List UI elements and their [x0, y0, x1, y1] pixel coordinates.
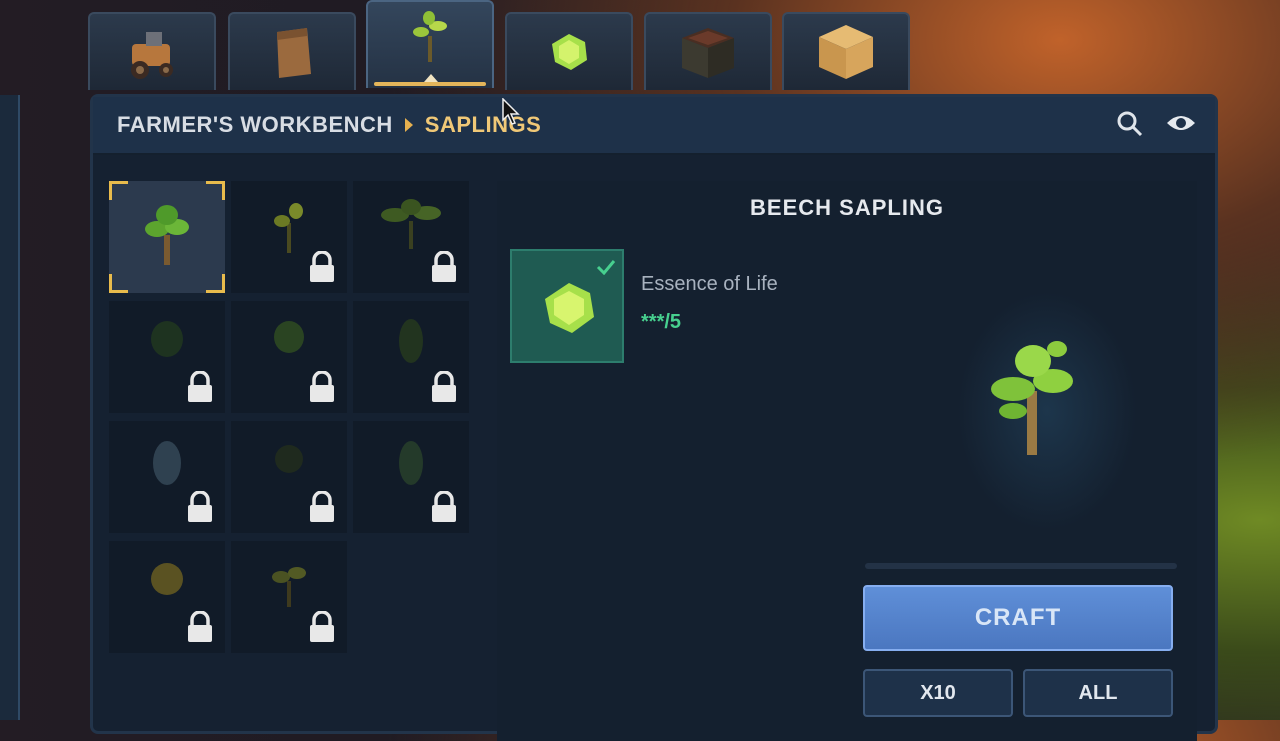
tab-essence[interactable] [505, 12, 633, 90]
recipe-slot-locked[interactable] [353, 181, 469, 293]
lock-icon [310, 371, 334, 402]
tab-seeds[interactable] [228, 12, 356, 90]
recipe-slot-locked[interactable] [231, 301, 347, 413]
selection-bracket [109, 181, 128, 200]
window-header: FARMER'S WORKBENCH SAPLINGS [93, 97, 1215, 155]
essence-of-life-icon [545, 283, 594, 333]
essence-icon [552, 34, 587, 70]
workbench-window: FARMER'S WORKBENCH SAPLINGS BEECH SAPLIN… [90, 94, 1218, 741]
eye-icon[interactable] [1165, 111, 1197, 135]
recipe-slot-beech-sapling[interactable] [109, 181, 225, 293]
recipe-slot-locked[interactable] [353, 421, 469, 533]
lock-icon [432, 491, 456, 522]
hay-bale-icon [819, 25, 873, 79]
search-icon[interactable] [1117, 111, 1143, 137]
active-tab-caret [424, 74, 438, 82]
craft-progress-bar [865, 563, 1177, 569]
sapling-silhouette-icon [274, 203, 303, 253]
sapling-icon [413, 11, 447, 62]
mouse-cursor-icon [502, 98, 520, 125]
check-icon [596, 260, 616, 275]
planter-box-icon [682, 28, 734, 78]
recipe-slot-locked[interactable] [231, 421, 347, 533]
recipe-slot-locked[interactable] [231, 541, 347, 653]
beech-sapling-preview-icon [991, 341, 1073, 455]
sapling-silhouette-icon [151, 563, 183, 595]
recipe-slot-locked[interactable] [109, 421, 225, 533]
recipe-details-panel: BEECH SAPLING Essence of Life ***/5 CRAF… [497, 181, 1197, 741]
sapling-silhouette-icon [399, 441, 423, 485]
tab-planters[interactable] [644, 12, 772, 90]
tractor-icon [131, 32, 173, 79]
sapling-silhouette-icon [153, 441, 181, 485]
recipe-slot-locked[interactable] [353, 301, 469, 413]
background-panel-edge [0, 95, 20, 720]
ingredient-count: ***/5 [641, 311, 682, 333]
sapling-silhouette-icon [151, 321, 183, 357]
ingredient-name: Essence of Life [641, 273, 778, 295]
lock-icon [188, 371, 212, 402]
recipe-slot-locked[interactable] [109, 541, 225, 653]
tab-machines[interactable] [88, 12, 216, 90]
recipe-slot-locked[interactable] [109, 301, 225, 413]
beech-sapling-icon [145, 205, 189, 265]
craft-x10-button[interactable]: X10 [863, 669, 1013, 717]
sapling-silhouette-icon [274, 321, 304, 353]
breadcrumb-current: SAPLINGS [424, 112, 542, 137]
selection-bracket [206, 274, 225, 293]
craft-all-button[interactable]: ALL [1023, 669, 1173, 717]
lock-icon [188, 491, 212, 522]
active-tab-underline [374, 82, 486, 86]
recipe-slot-locked[interactable] [231, 181, 347, 293]
selection-bracket [206, 181, 225, 200]
sapling-silhouette-icon [275, 445, 303, 473]
ingredient-slot[interactable] [510, 249, 624, 363]
sapling-silhouette-icon [272, 567, 306, 607]
lock-icon [310, 611, 334, 642]
tab-saplings[interactable] [366, 0, 494, 88]
craft-button[interactable]: CRAFT [863, 585, 1173, 651]
tab-hay[interactable] [782, 12, 910, 90]
recipe-title: BEECH SAPLING [750, 195, 944, 220]
selection-bracket [109, 274, 128, 293]
lock-icon [310, 251, 334, 282]
breadcrumb-separator-icon [404, 118, 413, 132]
seed-bag-icon [277, 28, 311, 78]
lock-icon [432, 251, 456, 282]
sapling-silhouette-icon [399, 319, 423, 363]
breadcrumb-root[interactable]: FARMER'S WORKBENCH [117, 112, 393, 138]
lock-icon [310, 491, 334, 522]
lock-icon [432, 371, 456, 402]
lock-icon [188, 611, 212, 642]
sapling-silhouette-icon [381, 199, 441, 249]
